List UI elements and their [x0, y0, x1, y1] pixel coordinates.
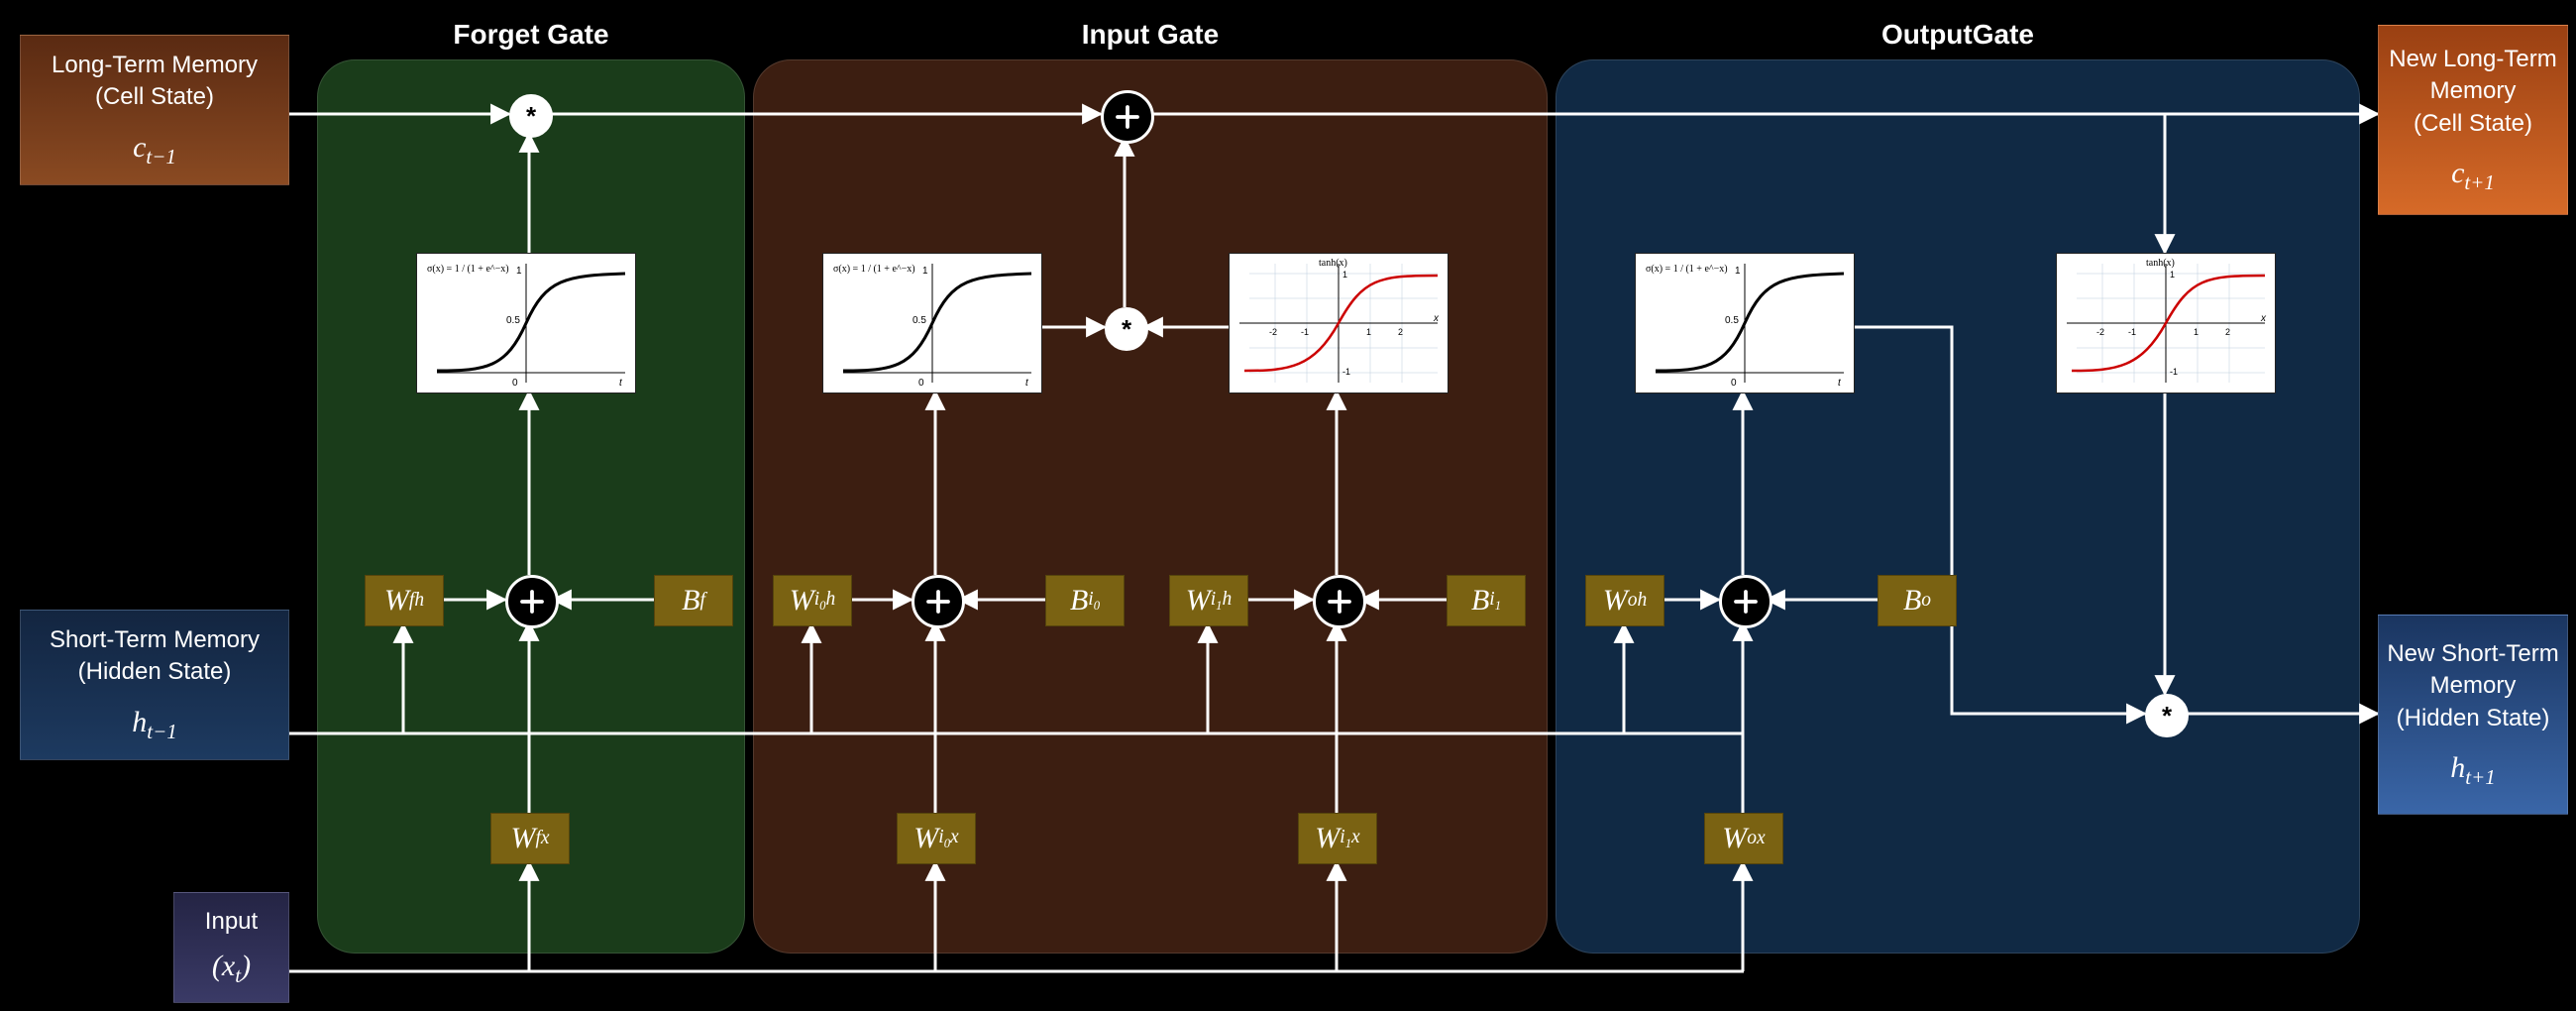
ltm-out-line2: Memory — [2430, 75, 2517, 107]
svg-text:1: 1 — [922, 266, 928, 277]
stm-in-line1: Short-Term Memory — [50, 624, 260, 656]
stm-in-line2: (Hidden State) — [78, 656, 232, 688]
svg-text:-2: -2 — [1269, 327, 1277, 337]
svg-text:-1: -1 — [1342, 367, 1350, 377]
ltm-out-line3: (Cell State) — [2414, 108, 2532, 140]
op-plus-input-tanh — [1313, 575, 1366, 628]
svg-text:0: 0 — [918, 378, 924, 389]
stm-out-symbol: ht+1 — [2450, 748, 2496, 791]
weight-Wi0h: Wi0h — [773, 575, 852, 626]
weight-Bf: Bf — [654, 575, 733, 626]
input-gate-panel: Input Gate — [753, 59, 1548, 954]
weight-Wi1x: Wi1x — [1298, 813, 1377, 864]
svg-text:1: 1 — [516, 266, 522, 277]
weight-Wfh: Wfh — [365, 575, 444, 626]
svg-text:t: t — [1838, 378, 1842, 389]
ltm-out-symbol: ct+1 — [2451, 154, 2495, 196]
svg-text:2: 2 — [1398, 327, 1403, 337]
svg-text:0.5: 0.5 — [506, 315, 520, 326]
svg-text:t: t — [619, 378, 623, 389]
weight-Wfx: Wfx — [490, 813, 570, 864]
op-mul-output-combine: * — [2145, 694, 2189, 737]
svg-text:x: x — [1433, 313, 1440, 324]
weight-Wi1h: Wi1h — [1169, 575, 1248, 626]
ltm-out-line1: New Long-Term — [2389, 44, 2556, 75]
op-mul-forget-cell: * — [509, 94, 553, 138]
op-plus-forget — [505, 575, 559, 628]
lstm-diagram: Forget Gate Input Gate OutputGate Long-T… — [0, 0, 2576, 1011]
svg-text:-1: -1 — [1301, 327, 1309, 337]
svg-text:1: 1 — [2170, 270, 2175, 280]
activation-sigmoid-output: σ(x) = 1 / (1 + e^−x) 0 0.5 1 t — [1635, 253, 1855, 393]
tanh-formula-2: tanh(x) — [2146, 258, 2175, 269]
input-box: Input (xt) — [173, 892, 289, 1003]
short-term-memory-in: Short-Term Memory (Hidden State) ht−1 — [20, 610, 289, 760]
weight-Wox: Wox — [1704, 813, 1783, 864]
svg-text:-1: -1 — [2170, 367, 2178, 377]
weight-Bi1: Bi1 — [1447, 575, 1526, 626]
input-line1: Input — [205, 906, 258, 938]
short-term-memory-out: New Short-Term Memory (Hidden State) ht+… — [2378, 615, 2568, 815]
ltm-in-line1: Long-Term Memory — [52, 50, 258, 81]
ltm-in-symbol: ct−1 — [133, 128, 176, 170]
svg-text:1: 1 — [1735, 266, 1741, 277]
activation-tanh-input: tanh(x) -2 -1 1 2 1 -1 x — [1229, 253, 1449, 393]
long-term-memory-out: New Long-Term Memory (Cell State) ct+1 — [2378, 25, 2568, 215]
stm-in-symbol: ht−1 — [132, 703, 177, 745]
op-plus-input-sigmoid — [912, 575, 965, 628]
op-mul-input-combine: * — [1105, 307, 1148, 351]
long-term-memory-in: Long-Term Memory (Cell State) ct−1 — [20, 35, 289, 185]
weight-Wi0x: Wi0x — [897, 813, 976, 864]
weight-Bo: Bo — [1878, 575, 1957, 626]
stm-out-line3: (Hidden State) — [2397, 703, 2550, 734]
svg-text:0: 0 — [1731, 378, 1737, 389]
sigmoid-formula-3: σ(x) = 1 / (1 + e^−x) — [1646, 264, 1728, 275]
activation-tanh-output: tanh(x) -2 -1 1 2 1 -1 x — [2056, 253, 2276, 393]
stm-out-line2: Memory — [2430, 670, 2517, 702]
gate-title-forget: Forget Gate — [318, 19, 744, 51]
svg-text:1: 1 — [1342, 270, 1347, 280]
svg-text:x: x — [2260, 313, 2267, 324]
op-plus-cell-update — [1101, 90, 1154, 144]
weight-Bi0: Bi0 — [1045, 575, 1125, 626]
svg-text:-1: -1 — [2128, 327, 2136, 337]
svg-text:0.5: 0.5 — [912, 315, 926, 326]
gate-title-output: OutputGate — [1556, 19, 2359, 51]
svg-text:-2: -2 — [2096, 327, 2104, 337]
svg-text:1: 1 — [1366, 327, 1371, 337]
tanh-formula: tanh(x) — [1319, 258, 1347, 269]
input-symbol: (xt) — [212, 947, 251, 989]
stm-out-line1: New Short-Term — [2387, 638, 2558, 670]
sigmoid-formula: σ(x) = 1 / (1 + e^−x) — [427, 264, 509, 275]
ltm-in-line2: (Cell State) — [95, 81, 214, 113]
activation-sigmoid-input: σ(x) = 1 / (1 + e^−x) 0 0.5 1 t — [822, 253, 1042, 393]
weight-Woh: Woh — [1585, 575, 1664, 626]
gate-title-input: Input Gate — [754, 19, 1547, 51]
op-plus-output — [1719, 575, 1772, 628]
svg-text:1: 1 — [2194, 327, 2199, 337]
output-gate-panel: OutputGate — [1556, 59, 2360, 954]
svg-text:0.5: 0.5 — [1725, 315, 1739, 326]
svg-text:t: t — [1025, 378, 1029, 389]
sigmoid-formula-2: σ(x) = 1 / (1 + e^−x) — [833, 264, 915, 275]
activation-sigmoid-forget: σ(x) = 1 / (1 + e^−x) 0 0.5 1 t — [416, 253, 636, 393]
svg-text:0: 0 — [512, 378, 518, 389]
svg-text:2: 2 — [2225, 327, 2230, 337]
